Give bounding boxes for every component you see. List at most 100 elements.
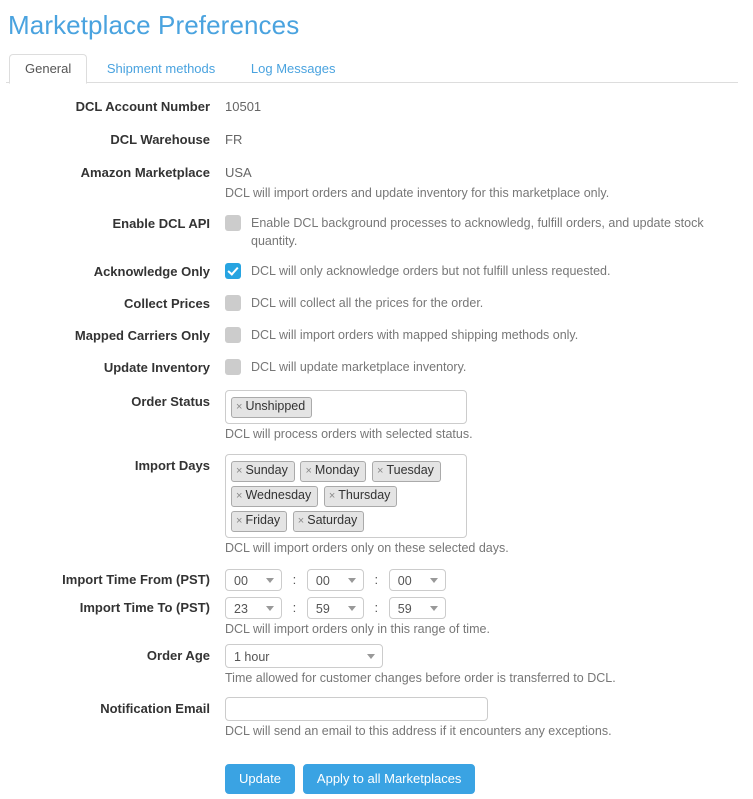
tag-import-day[interactable]: × Monday — [300, 461, 367, 482]
select-order-age[interactable]: 1 hour — [225, 644, 383, 668]
tag-import-day[interactable]: × Thursday — [323, 486, 398, 507]
checkbox-text-mapped-carriers-only: DCL will import orders with mapped shipp… — [251, 328, 579, 342]
remove-tag-icon[interactable]: × — [305, 465, 314, 477]
field-row-import-time-to: Import Time To (PST) 23 : 59 : 59 DCL wi… — [0, 597, 753, 638]
remove-tag-icon[interactable]: × — [329, 490, 338, 502]
label-notification-email: Notification Email — [100, 701, 210, 716]
checkbox-text-collect-prices: DCL will collect all the prices for the … — [251, 296, 484, 310]
form-actions-row: Update Apply to all Marketplaces — [0, 748, 753, 794]
chevron-down-icon — [429, 578, 438, 583]
tag-label: Monday — [314, 463, 360, 477]
field-row-import-time-from: Import Time From (PST) 00 : 00 : 00 — [0, 569, 753, 591]
select-value: 23 — [234, 602, 248, 616]
chevron-down-icon — [266, 606, 274, 611]
checkbox-text-enable-dcl-api: Enable DCL background processes to ackno… — [251, 216, 704, 248]
field-row-notification-email: Notification Email DCL will send an emai… — [0, 697, 753, 740]
remove-tag-icon[interactable]: × — [298, 515, 307, 527]
help-order-status: DCL will process orders with selected st… — [225, 427, 473, 441]
label-import-time-from: Import Time From (PST) — [62, 572, 210, 587]
tab-general[interactable]: General — [9, 54, 88, 84]
select-value: 59 — [397, 602, 412, 616]
help-import-days: DCL will import orders only on these sel… — [225, 541, 509, 555]
general-settings-form: DCL Account Number 10501 DCL Warehouse F… — [0, 83, 753, 794]
tag-label: Tuesday — [386, 463, 434, 477]
field-row-amazon-marketplace: Amazon Marketplace USA DCL will import o… — [0, 163, 753, 202]
tag-label: Wednesday — [245, 488, 312, 502]
tag-import-day[interactable]: × Wednesday — [231, 486, 319, 507]
label-order-age: Order Age — [146, 648, 210, 663]
select-import-time-from-hours[interactable]: 00 — [225, 569, 282, 591]
tab-shipment-methods[interactable]: Shipment methods — [91, 54, 231, 83]
select-import-time-to-minutes[interactable]: 59 — [306, 597, 364, 619]
label-update-inventory: Update Inventory — [103, 360, 210, 375]
help-notification-email: DCL will send an email to this address i… — [225, 724, 612, 738]
help-amazon-marketplace: DCL will import orders and update invent… — [225, 186, 610, 200]
field-row-acknowledge-only: Acknowledge Only DCL will only acknowled… — [0, 262, 753, 282]
tag-label: Friday — [245, 513, 281, 527]
field-row-update-inventory: Update Inventory DCL will update marketp… — [0, 358, 753, 378]
field-row-order-status: Order Status × Unshipped DCL will process… — [0, 390, 753, 443]
chevron-down-icon — [429, 606, 438, 611]
checkbox-acknowledge-only[interactable] — [225, 263, 241, 279]
update-button[interactable]: Update — [225, 764, 295, 794]
time-separator: : — [374, 600, 379, 615]
select-value: 1 hour — [234, 650, 270, 664]
checkbox-collect-prices[interactable] — [225, 295, 241, 311]
tab-log-messages[interactable]: Log Messages — [235, 54, 352, 83]
label-amazon-marketplace: Amazon Marketplace — [80, 165, 210, 180]
value-account-number: 10501 — [225, 99, 262, 114]
help-order-age: Time allowed for customer changes before… — [225, 671, 616, 685]
field-row-order-age: Order Age 1 hour Time allowed for custom… — [0, 644, 753, 687]
select-import-time-from-seconds[interactable]: 00 — [388, 569, 446, 591]
help-import-time-range: DCL will import orders only in this rang… — [225, 622, 490, 636]
checkbox-enable-dcl-api[interactable] — [225, 215, 241, 231]
apply-to-all-marketplaces-button[interactable]: Apply to all Marketplaces — [302, 764, 476, 794]
tag-label: Saturday — [307, 513, 358, 527]
tab-bar: General Shipment methods Log Messages — [6, 54, 738, 84]
select-value: 00 — [315, 574, 330, 588]
time-separator: : — [292, 600, 297, 615]
value-amazon-marketplace: USA — [225, 165, 252, 180]
chevron-down-icon — [367, 654, 375, 659]
import-days-multiselect[interactable]: × Sunday × Monday × Tuesday × Wednesday × Thu… — [225, 454, 467, 538]
tag-label: Unshipped — [245, 399, 306, 413]
field-row-warehouse: DCL Warehouse FR — [0, 130, 753, 150]
tag-label: Thursday — [338, 488, 391, 502]
select-import-time-to-hours[interactable]: 23 — [225, 597, 282, 619]
tag-import-day[interactable]: × Tuesday — [372, 461, 441, 482]
chevron-down-icon — [266, 578, 274, 583]
select-import-time-to-seconds[interactable]: 59 — [388, 597, 446, 619]
order-status-multiselect[interactable]: × Unshipped — [225, 390, 467, 424]
field-row-enable-dcl-api: Enable DCL API Enable DCL background pro… — [0, 214, 753, 250]
marketplace-preferences-page: Marketplace Preferences General Shipment… — [0, 0, 753, 799]
checkbox-mapped-carriers-only[interactable] — [225, 327, 241, 343]
label-order-status: Order Status — [131, 394, 210, 409]
label-enable-dcl-api: Enable DCL API — [112, 216, 210, 231]
tag-import-day[interactable]: × Saturday — [292, 511, 365, 532]
label-acknowledge-only: Acknowledge Only — [93, 264, 210, 279]
notification-email-input[interactable] — [225, 697, 488, 721]
checkbox-text-acknowledge-only: DCL will only acknowledge orders but not… — [251, 264, 611, 278]
form-actions: Update Apply to all Marketplaces — [225, 764, 743, 794]
tag-order-status[interactable]: × Unshipped — [231, 397, 313, 418]
field-row-collect-prices: Collect Prices DCL will collect all the … — [0, 294, 753, 314]
label-account-number: DCL Account Number — [75, 99, 210, 114]
value-warehouse: FR — [225, 132, 243, 147]
time-separator: : — [374, 572, 379, 587]
chevron-down-icon — [347, 578, 356, 583]
page-title: Marketplace Preferences — [8, 10, 300, 40]
select-value: 59 — [315, 602, 330, 616]
label-import-days: Import Days — [134, 458, 210, 473]
checkbox-update-inventory[interactable] — [225, 359, 241, 375]
tag-import-day[interactable]: × Sunday — [231, 461, 295, 482]
checkbox-text-update-inventory: DCL will update marketplace inventory. — [251, 360, 467, 374]
label-mapped-carriers-only: Mapped Carriers Only — [74, 328, 210, 343]
select-value: 00 — [397, 574, 412, 588]
label-collect-prices: Collect Prices — [124, 296, 210, 311]
time-separator: : — [292, 572, 297, 587]
tag-label: Sunday — [245, 463, 288, 477]
select-value: 00 — [234, 574, 248, 588]
tag-import-day[interactable]: × Friday — [231, 511, 288, 532]
field-row-account-number: DCL Account Number 10501 — [0, 97, 753, 117]
select-import-time-from-minutes[interactable]: 00 — [306, 569, 364, 591]
